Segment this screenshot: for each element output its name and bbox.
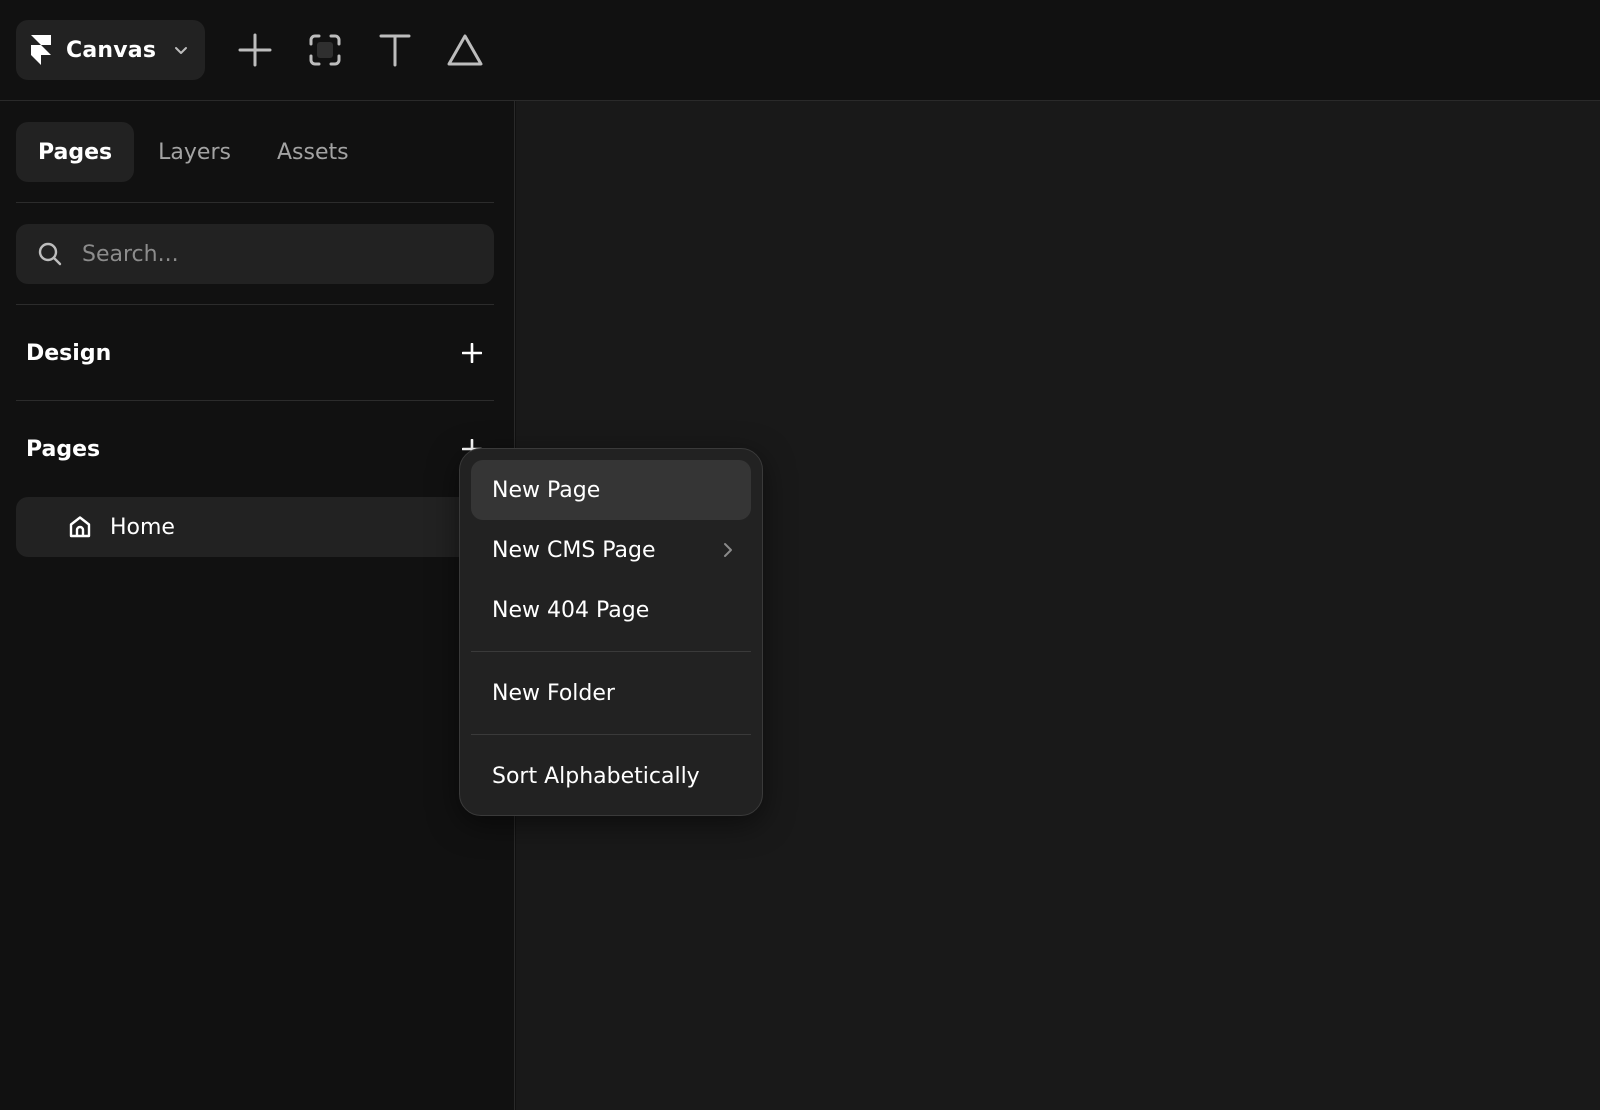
menu-item-new-page[interactable]: New Page xyxy=(471,460,751,520)
menu-item-label: Sort Alphabetically xyxy=(492,763,700,789)
add-button[interactable] xyxy=(235,30,275,70)
plus-icon xyxy=(462,343,482,363)
shape-tool-button[interactable] xyxy=(445,30,485,70)
text-icon xyxy=(379,34,411,67)
home-icon xyxy=(69,516,91,538)
page-item-label: Home xyxy=(110,514,175,540)
design-section-label: Design xyxy=(26,340,112,366)
chevron-down-icon xyxy=(175,47,187,54)
chevron-right-icon xyxy=(724,543,732,557)
page-item-home[interactable]: Home xyxy=(16,497,494,557)
add-page-context-menu: New Page New CMS Page New 404 Page New F… xyxy=(459,448,763,816)
pages-section-label: Pages xyxy=(26,436,101,462)
sidebar-tabs: Pages Layers Assets xyxy=(16,122,371,182)
framer-logo-icon xyxy=(31,35,51,65)
tab-assets[interactable]: Assets xyxy=(255,122,371,182)
frame-tool-button[interactable] xyxy=(305,30,345,70)
text-tool-button[interactable] xyxy=(375,30,415,70)
add-icon xyxy=(238,33,272,67)
menu-item-label: New CMS Page xyxy=(492,537,656,563)
menu-item-new-folder[interactable]: New Folder xyxy=(471,663,751,723)
menu-item-label: New 404 Page xyxy=(492,597,650,623)
top-toolbar: Canvas xyxy=(0,0,1600,101)
menu-item-new-cms-page[interactable]: New CMS Page xyxy=(471,520,751,580)
menu-item-label: New Page xyxy=(492,477,601,503)
pages-section-header: Pages xyxy=(26,429,494,469)
design-section-header: Design xyxy=(26,333,494,373)
menu-divider xyxy=(471,651,751,652)
menu-item-label: New Folder xyxy=(492,680,615,706)
shape-icon xyxy=(447,34,483,66)
tab-pages[interactable]: Pages xyxy=(16,122,135,182)
menu-item-sort-alphabetically[interactable]: Sort Alphabetically xyxy=(471,746,751,806)
divider xyxy=(16,202,494,203)
menu-item-new-404-page[interactable]: New 404 Page xyxy=(471,580,751,640)
add-design-button[interactable] xyxy=(460,341,484,365)
divider xyxy=(16,304,494,305)
search-box[interactable] xyxy=(16,224,494,284)
frame-icon xyxy=(309,34,341,66)
search-icon xyxy=(38,242,62,266)
search-input[interactable] xyxy=(80,240,480,268)
project-name: Canvas xyxy=(66,37,157,63)
project-menu-button[interactable]: Canvas xyxy=(16,20,205,80)
divider xyxy=(16,400,494,401)
menu-divider xyxy=(471,734,751,735)
tab-layers[interactable]: Layers xyxy=(136,122,253,182)
left-sidebar: Pages Layers Assets Design Pages xyxy=(0,101,515,1110)
